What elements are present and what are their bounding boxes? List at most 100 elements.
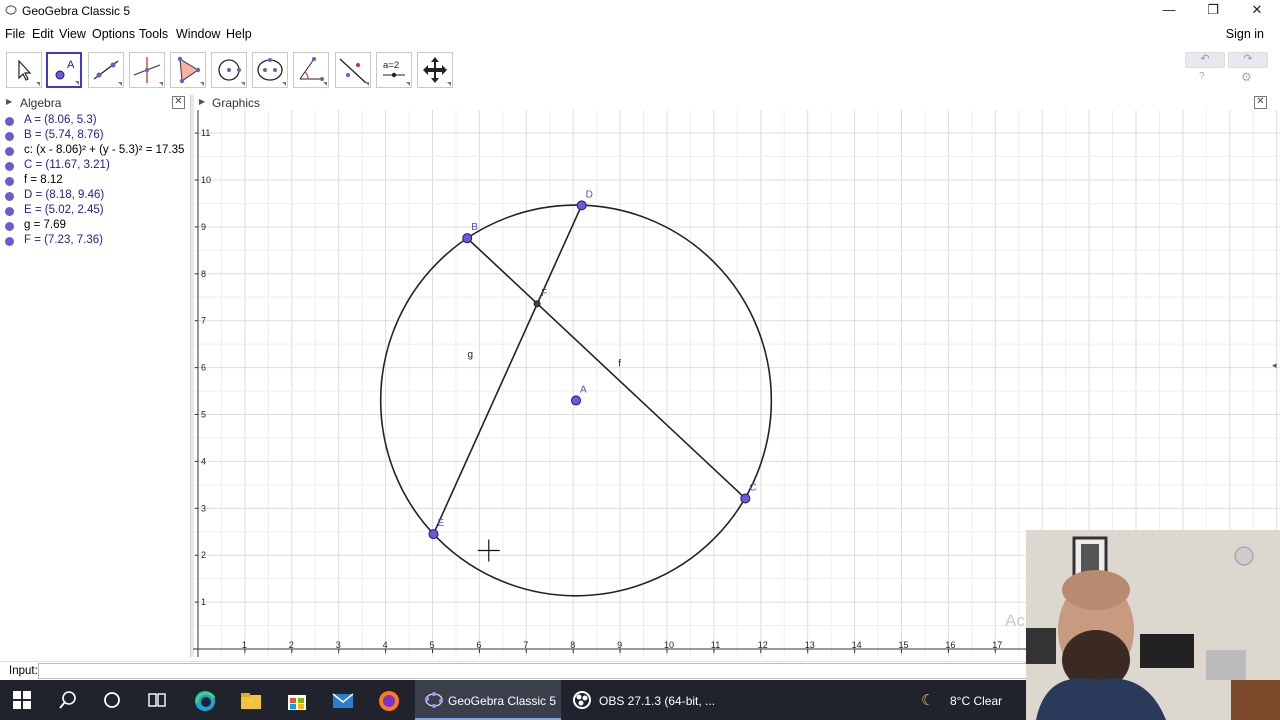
move-graphics-view-tool-button[interactable] [417, 52, 453, 88]
algebra-item[interactable]: c: (x - 8.06)² + (y - 5.3)² = 17.35 [0, 144, 190, 159]
y-tick-label: 3 [201, 503, 206, 513]
line-tool-button[interactable] [88, 52, 124, 88]
point-label-B: B [471, 222, 478, 233]
algebra-item-text: C = (11.67, 3.21) [24, 159, 110, 171]
algebra-item[interactable]: B = (5.74, 8.76) [0, 129, 190, 144]
activate-windows-watermark: Ac [1005, 611, 1025, 630]
collapse-arrow-icon[interactable]: ▶ [6, 97, 12, 106]
algebra-item-text: c: (x - 8.06)² + (y - 5.3)² = 17.35 [24, 144, 185, 156]
settings-gear-icon[interactable]: ⚙ [1241, 70, 1252, 84]
point-B[interactable] [462, 233, 473, 244]
segment-label-g: g [468, 350, 474, 361]
polygon-tool-button[interactable] [170, 52, 206, 88]
sign-in-link[interactable]: Sign in [1226, 27, 1264, 41]
help-icon[interactable]: ? [1199, 71, 1205, 82]
windows-start-icon[interactable] [12, 690, 32, 710]
algebra-item-text: A = (8.06, 5.3) [24, 114, 97, 126]
weather-text[interactable]: 8°C Clear [950, 694, 1002, 708]
undo-button[interactable]: ↶ [1185, 52, 1225, 68]
moon-weather-icon: ☾ [921, 692, 935, 709]
algebra-item[interactable]: C = (11.67, 3.21) [0, 159, 190, 174]
circle-tool-button[interactable] [211, 52, 247, 88]
geogebra-taskbar-icon [425, 692, 443, 708]
algebra-item-text: f = 8.12 [24, 174, 63, 186]
angle-tool-button[interactable] [293, 52, 329, 88]
point-label-E: E [437, 518, 444, 529]
restore-button[interactable]: ❐ [1190, 0, 1236, 22]
input-field[interactable] [38, 663, 1030, 679]
y-tick-label: 5 [201, 410, 206, 420]
edge-browser-icon[interactable] [193, 689, 217, 713]
algebra-item[interactable]: A = (8.06, 5.3) [0, 114, 190, 129]
cortana-icon[interactable] [102, 690, 122, 710]
algebra-panel-title: Algebra [20, 96, 62, 110]
point-E[interactable] [428, 529, 439, 540]
point-tool-button[interactable]: A [46, 52, 82, 88]
menu-tools[interactable]: Tools [139, 27, 168, 41]
close-graphics-panel-icon[interactable]: ✕ [1254, 96, 1267, 109]
x-tick-label: 5 [430, 640, 435, 650]
file-explorer-icon[interactable] [239, 689, 263, 713]
visibility-toggle-dot[interactable] [5, 132, 14, 141]
conic-tool-button[interactable] [252, 52, 288, 88]
collapse-arrow-icon[interactable]: ▶ [199, 97, 205, 106]
menu-file[interactable]: File [5, 27, 25, 41]
visibility-toggle-dot[interactable] [5, 162, 14, 171]
x-tick-label: 7 [523, 640, 528, 650]
visibility-toggle-dot[interactable] [5, 177, 14, 186]
menu-view[interactable]: View [59, 27, 86, 41]
move-tool-button[interactable] [6, 52, 42, 88]
taskbar-geogebra-label: GeoGebra Classic 5 [448, 694, 557, 708]
algebra-item[interactable]: f = 8.12 [0, 174, 190, 189]
x-tick-label: 17 [992, 640, 1002, 650]
menu-bar: File Edit View Options Tools Window Help… [0, 25, 1280, 43]
algebra-item-text: F = (7.23, 7.36) [24, 234, 103, 246]
y-tick-label: 10 [201, 175, 211, 185]
algebra-item[interactable]: F = (7.23, 7.36) [0, 234, 190, 249]
visibility-toggle-dot[interactable] [5, 237, 14, 246]
algebra-item[interactable]: g = 7.69 [0, 219, 190, 234]
point-C[interactable] [740, 493, 751, 504]
menu-options[interactable]: Options [92, 27, 135, 41]
y-tick-label: 1 [201, 597, 206, 607]
x-tick-label: 8 [570, 640, 575, 650]
visibility-toggle-dot[interactable] [5, 207, 14, 216]
store-icon[interactable] [285, 689, 309, 713]
x-tick-label: 15 [899, 640, 909, 650]
minimize-button[interactable]: — [1146, 0, 1192, 22]
x-tick-label: 6 [476, 640, 481, 650]
algebra-item[interactable]: E = (5.02, 2.45) [0, 204, 190, 219]
algebra-item-text: g = 7.69 [24, 219, 66, 231]
point-F[interactable] [533, 300, 541, 308]
reflect-tool-button[interactable] [335, 52, 371, 88]
geogebra-app-icon [5, 4, 17, 16]
y-tick-label: 7 [201, 316, 206, 326]
webcam-overlay [1026, 530, 1280, 720]
visibility-toggle-dot[interactable] [5, 222, 14, 231]
menu-edit[interactable]: Edit [32, 27, 54, 41]
visibility-toggle-dot[interactable] [5, 117, 14, 126]
algebra-item[interactable]: D = (8.18, 9.46) [0, 189, 190, 204]
slider-tool-button[interactable]: a=2 [376, 52, 412, 88]
point-label-C: C [749, 482, 756, 493]
x-tick-label: 16 [945, 640, 955, 650]
menu-help[interactable]: Help [226, 27, 252, 41]
y-tick-label: 2 [201, 550, 206, 560]
task-view-icon[interactable] [147, 690, 167, 710]
visibility-toggle-dot[interactable] [5, 192, 14, 201]
perpendicular-line-tool-button[interactable] [129, 52, 165, 88]
visibility-toggle-dot[interactable] [5, 147, 14, 156]
algebra-item-text: B = (5.74, 8.76) [24, 129, 104, 141]
redo-button[interactable]: ↷ [1228, 52, 1268, 68]
x-tick-label: 13 [805, 640, 815, 650]
algebra-item-text: E = (5.02, 2.45) [24, 204, 104, 216]
menu-window[interactable]: Window [176, 27, 220, 41]
firefox-icon[interactable] [377, 689, 401, 713]
mail-icon[interactable] [331, 689, 355, 713]
expand-arrow-icon[interactable]: ◂ [1272, 360, 1277, 370]
close-button[interactable]: ✕ [1234, 0, 1280, 22]
close-algebra-panel-icon[interactable]: ✕ [172, 96, 185, 109]
search-icon[interactable] [58, 690, 78, 710]
point-A[interactable] [571, 395, 582, 406]
point-D[interactable] [576, 200, 587, 211]
